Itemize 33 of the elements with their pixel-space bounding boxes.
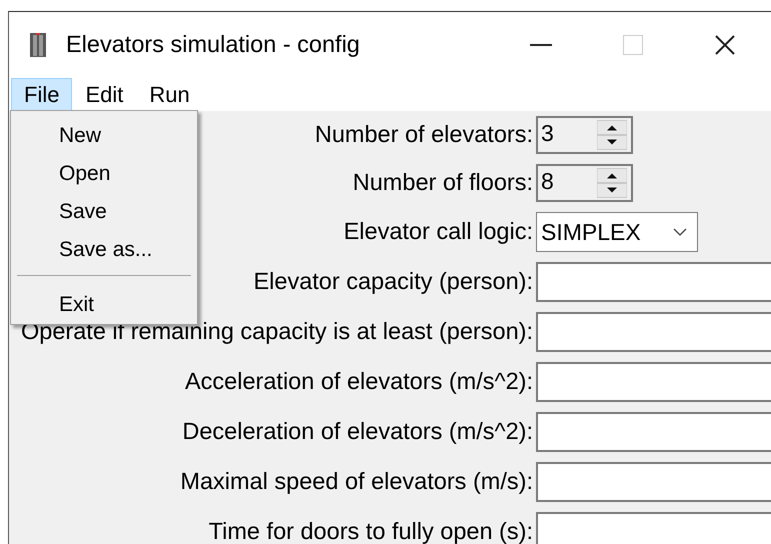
minimize-icon: [530, 44, 552, 46]
field-label: Acceleration of elevators (m/s^2):: [185, 368, 533, 394]
menu-entry[interactable]: Save: [51, 193, 115, 231]
input-field[interactable]: [536, 312, 771, 352]
spin-arrows-icon[interactable]: [597, 120, 627, 150]
menu-entry[interactable]: New: [51, 117, 110, 155]
chevron-down-icon: [673, 228, 687, 236]
elevator-icon: [30, 33, 46, 57]
maximize-icon: [623, 35, 643, 55]
dropdown[interactable]: SIMPLEX: [536, 212, 698, 252]
menu-entry[interactable]: Open: [51, 155, 118, 193]
menu-entry[interactable]: Save as...: [51, 231, 160, 269]
spin-box[interactable]: 8: [536, 164, 633, 202]
field-label: Maximal speed of elevators (m/s):: [180, 468, 533, 494]
input-field[interactable]: [536, 462, 771, 502]
field-label: Deceleration of elevators (m/s^2):: [182, 418, 533, 444]
window-title: Elevators simulation - config: [66, 30, 360, 60]
field-label: Time for doors to fully open (s):: [208, 518, 533, 544]
menu-item[interactable]: Edit: [72, 78, 136, 111]
field-label: Elevator call logic:: [344, 218, 533, 244]
spin-arrows-icon[interactable]: [597, 168, 627, 198]
menu-item[interactable]: File: [11, 78, 72, 111]
input-field[interactable]: [536, 512, 771, 544]
field-label: Elevator capacity (person):: [253, 268, 533, 294]
spin-box[interactable]: 3: [536, 116, 633, 154]
field-label: Number of elevators:: [314, 121, 533, 148]
input-field[interactable]: [536, 412, 771, 452]
menu-item[interactable]: Run: [136, 78, 203, 111]
input-field[interactable]: [536, 262, 771, 302]
field-label: Number of floors:: [352, 169, 533, 196]
close-icon: [715, 35, 735, 55]
input-field[interactable]: [536, 362, 771, 402]
menu-entry[interactable]: Exit: [51, 286, 102, 324]
